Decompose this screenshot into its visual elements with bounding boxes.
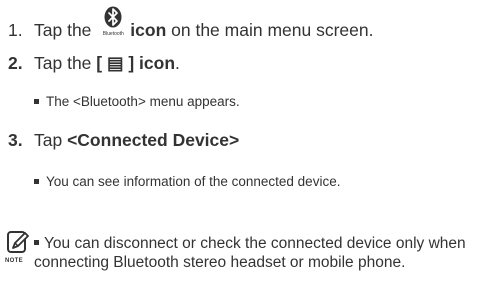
step-3-sub-text: You can see information of the connected… — [46, 174, 341, 189]
step-3-sub: You can see information of the connected… — [34, 173, 340, 191]
step-2-sub-text: The <Bluetooth> menu appears. — [46, 94, 240, 109]
note-label: NOTE — [5, 258, 23, 264]
step-1: 1. Tap the Bluetooth icon on the main menu… — [8, 6, 374, 41]
step-2-text-pre: Tap the — [34, 53, 97, 73]
bluetooth-icon: Bluetooth — [99, 6, 127, 40]
step-1-text-post: on the main menu screen. — [166, 20, 374, 40]
bluetooth-icon-caption: Bluetooth — [102, 31, 124, 37]
step-3-bold: <Connected Device> — [67, 130, 240, 150]
note-pencil-icon — [6, 230, 30, 261]
step-3-number: 3. — [8, 130, 23, 150]
bullet-icon — [34, 240, 39, 245]
note-text-block: You can disconnect or check the connecte… — [34, 235, 479, 272]
note-text: You can disconnect or check the connecte… — [34, 235, 466, 271]
step-1-bold: icon — [130, 20, 167, 40]
step-3: 3. Tap <Connected Device> — [8, 129, 239, 151]
bullet-icon — [34, 99, 39, 104]
step-2-text-post: . — [175, 53, 180, 73]
step-2: 2. Tap the [ ▤ ] icon. — [8, 52, 180, 74]
step-2-number: 2. — [8, 53, 23, 73]
step-1-text-pre: Tap the — [34, 20, 97, 40]
step-3-text-pre: Tap — [34, 130, 68, 150]
bullet-icon — [34, 179, 39, 184]
step-1-number: 1. — [8, 20, 23, 40]
step-2-bold: [ ▤ ] icon — [96, 53, 176, 73]
step-2-sub: The <Bluetooth> menu appears. — [34, 93, 240, 111]
